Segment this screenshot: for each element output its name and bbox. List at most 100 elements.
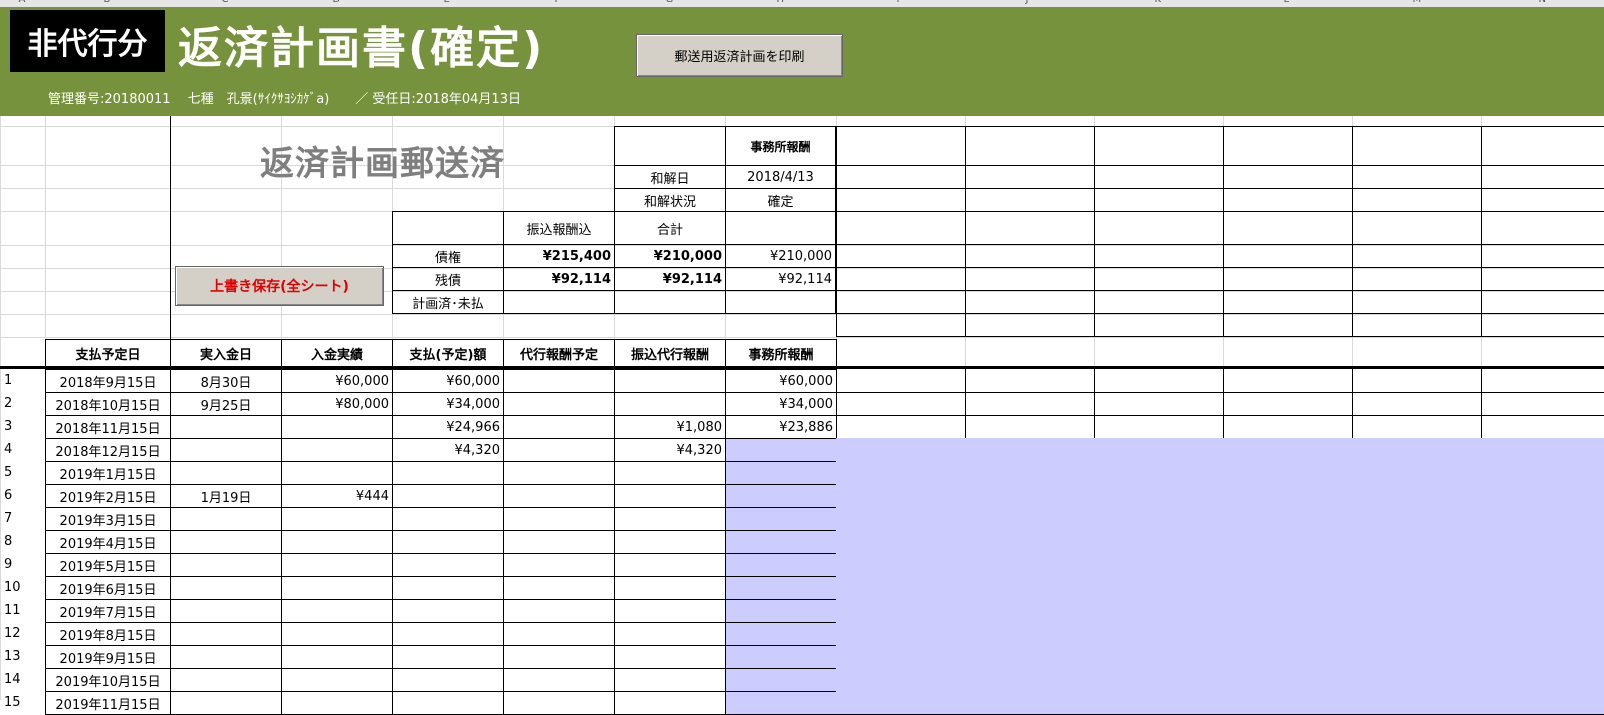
- table-cell-paid[interactable]: [281, 553, 393, 577]
- table-cell-paid[interactable]: [281, 576, 393, 600]
- table-cell-amount[interactable]: [392, 691, 504, 715]
- table-cell-agency[interactable]: [503, 438, 615, 462]
- table-extra-cell[interactable]: [836, 484, 966, 508]
- table-extra-cell[interactable]: [1481, 553, 1604, 577]
- table-extra-cell[interactable]: [836, 530, 966, 554]
- right-area-cell[interactable]: [836, 126, 966, 166]
- table-cell-transfer[interactable]: [614, 553, 726, 577]
- table-extra-cell[interactable]: [1352, 576, 1482, 600]
- table-extra-cell[interactable]: [965, 392, 1095, 416]
- summary-transfer-value[interactable]: ¥215,400: [503, 244, 615, 268]
- table-extra-cell[interactable]: [965, 576, 1095, 600]
- table-extra-cell[interactable]: [1481, 484, 1604, 508]
- table-extra-cell[interactable]: [1352, 691, 1482, 715]
- table-extra-cell[interactable]: [965, 484, 1095, 508]
- table-extra-cell[interactable]: [1094, 576, 1224, 600]
- table-cell-transfer[interactable]: [614, 530, 726, 554]
- table-cell-agency[interactable]: [503, 599, 615, 623]
- table-extra-cell[interactable]: [1094, 691, 1224, 715]
- table-extra-cell[interactable]: [1352, 461, 1482, 485]
- settlement-status-value[interactable]: 確定: [725, 188, 836, 212]
- table-cell-paid[interactable]: [281, 691, 393, 715]
- table-cell-actual[interactable]: 1月19日: [170, 484, 282, 508]
- table-cell-office[interactable]: [725, 461, 837, 485]
- table-extra-cell[interactable]: [1094, 392, 1224, 416]
- table-cell-agency[interactable]: [503, 668, 615, 692]
- table-extra-cell[interactable]: [1352, 668, 1482, 692]
- table-extra-cell[interactable]: [1352, 484, 1482, 508]
- table-extra-cell[interactable]: [1481, 668, 1604, 692]
- table-extra-cell[interactable]: [1094, 530, 1224, 554]
- table-cell-date[interactable]: 2019年8月15日: [45, 622, 171, 646]
- column-letter[interactable]: M: [1413, 0, 1422, 5]
- table-extra-cell[interactable]: [965, 438, 1095, 462]
- table-cell-office[interactable]: [725, 576, 837, 600]
- table-cell-date[interactable]: 2019年4月15日: [45, 530, 171, 554]
- table-cell-transfer[interactable]: [614, 622, 726, 646]
- table-cell-office[interactable]: [725, 484, 837, 508]
- table-cell-amount[interactable]: [392, 553, 504, 577]
- table-extra-cell[interactable]: [1223, 438, 1353, 462]
- column-letter[interactable]: D: [333, 0, 341, 5]
- table-extra-cell[interactable]: [836, 599, 966, 623]
- table-cell-actual[interactable]: 8月30日: [170, 369, 282, 393]
- table-cell-paid[interactable]: ¥60,000: [281, 369, 393, 393]
- table-cell-actual[interactable]: [170, 576, 282, 600]
- table-extra-cell[interactable]: [1352, 599, 1482, 623]
- summary-header-office[interactable]: [725, 211, 836, 245]
- table-extra-cell[interactable]: [1352, 392, 1482, 416]
- right-area-cell[interactable]: [1223, 188, 1353, 212]
- table-extra-cell[interactable]: [1481, 369, 1604, 393]
- table-cell-actual[interactable]: 9月25日: [170, 392, 282, 416]
- table-cell-amount[interactable]: [392, 645, 504, 669]
- table-extra-cell[interactable]: [1352, 415, 1482, 439]
- table-extra-cell[interactable]: [1223, 461, 1353, 485]
- right-area-cell[interactable]: [1094, 188, 1224, 212]
- table-cell-transfer[interactable]: [614, 668, 726, 692]
- table-cell-agency[interactable]: [503, 369, 615, 393]
- table-cell-office[interactable]: [725, 507, 837, 531]
- table-cell-agency[interactable]: [503, 576, 615, 600]
- print-mail-plan-button[interactable]: 郵送用返済計画を印刷: [636, 34, 843, 77]
- right-area-cell[interactable]: [1094, 126, 1224, 166]
- column-letter[interactable]: B: [104, 0, 111, 5]
- table-cell-date[interactable]: 2018年12月15日: [45, 438, 171, 462]
- right-area-cell[interactable]: [1481, 211, 1604, 245]
- summary-transfer-value[interactable]: [503, 290, 615, 314]
- table-cell-date[interactable]: 2019年10月15日: [45, 668, 171, 692]
- table-cell-actual[interactable]: [170, 530, 282, 554]
- table-extra-cell[interactable]: [836, 645, 966, 669]
- right-area-cell[interactable]: [1481, 188, 1604, 212]
- right-area-cell[interactable]: [965, 244, 1095, 268]
- table-extra-cell[interactable]: [1094, 622, 1224, 646]
- right-area-cell[interactable]: [836, 244, 966, 268]
- table-cell-amount[interactable]: [392, 668, 504, 692]
- table-cell-transfer[interactable]: [614, 484, 726, 508]
- table-extra-cell[interactable]: [1223, 553, 1353, 577]
- right-area-cell[interactable]: [1352, 126, 1482, 166]
- column-letter[interactable]: F: [555, 0, 561, 5]
- table-extra-cell[interactable]: [1094, 438, 1224, 462]
- table-cell-date[interactable]: 2018年9月15日: [45, 369, 171, 393]
- summary-office-value[interactable]: ¥92,114: [725, 267, 836, 291]
- table-cell-actual[interactable]: [170, 691, 282, 715]
- table-extra-cell[interactable]: [836, 691, 966, 715]
- table-cell-paid[interactable]: [281, 599, 393, 623]
- table-cell-office[interactable]: [725, 691, 837, 715]
- table-extra-cell[interactable]: [1352, 369, 1482, 393]
- column-letter[interactable]: A: [19, 0, 26, 5]
- table-extra-cell[interactable]: [1352, 530, 1482, 554]
- right-area-cell[interactable]: [1223, 267, 1353, 291]
- table-extra-cell[interactable]: [836, 461, 966, 485]
- table-extra-cell[interactable]: [1223, 369, 1353, 393]
- column-letter[interactable]: H: [777, 0, 785, 5]
- right-area-cell[interactable]: [1352, 244, 1482, 268]
- right-area-cell[interactable]: [836, 313, 966, 337]
- table-extra-cell[interactable]: [836, 668, 966, 692]
- right-area-cell[interactable]: [836, 290, 966, 314]
- table-cell-date[interactable]: 2019年9月15日: [45, 645, 171, 669]
- table-cell-transfer[interactable]: [614, 507, 726, 531]
- right-area-cell[interactable]: [836, 267, 966, 291]
- table-extra-cell[interactable]: [1223, 530, 1353, 554]
- table-extra-cell[interactable]: [1481, 438, 1604, 462]
